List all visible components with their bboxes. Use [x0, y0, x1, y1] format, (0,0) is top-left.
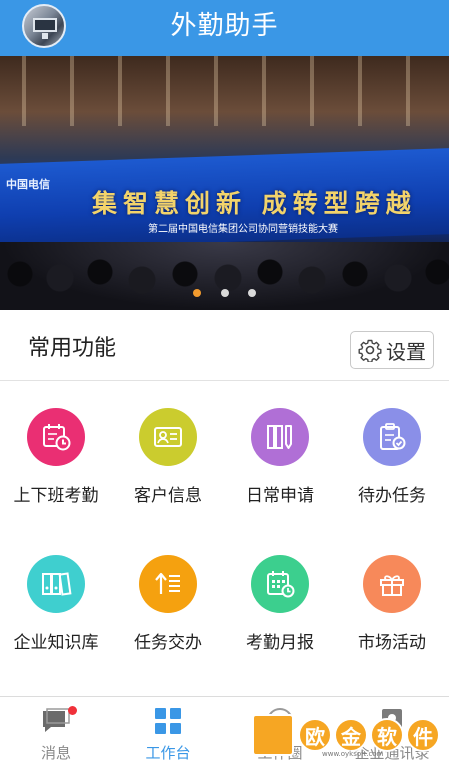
- watermark-logo-icon: [252, 714, 294, 756]
- tab-label: 工作台: [145, 744, 191, 762]
- feature-market-activity[interactable]: 市场活动: [336, 555, 448, 675]
- watermark-url: www.oyksoft.com: [322, 750, 384, 758]
- app-header: 外勤助手: [0, 0, 449, 56]
- feature-knowledge-base[interactable]: 企业知识库: [0, 555, 112, 675]
- gear-icon: [358, 339, 382, 362]
- unread-badge: [68, 706, 77, 715]
- feature-label: 日常申请: [246, 486, 314, 506]
- carousel-indicator: [0, 282, 449, 301]
- feature-daily-request[interactable]: 日常申请: [224, 408, 336, 528]
- feature-label: 待办任务: [358, 486, 426, 506]
- banner-subtitle: 第二届中国电信集团公司协同营销技能大赛: [148, 224, 338, 235]
- feature-label: 企业知识库: [13, 633, 99, 653]
- section-title: 常用功能: [28, 336, 117, 361]
- monthly-calendar-icon: [251, 555, 309, 613]
- banner-carousel[interactable]: 中国电信 集智慧创新 成转型跨越 第二届中国电信集团公司协同营销技能大赛: [0, 56, 449, 310]
- clipboard-check-icon: [363, 408, 421, 466]
- watermark-text: 欧金软件: [298, 718, 440, 752]
- feature-attendance[interactable]: 上下班考勤: [0, 408, 112, 528]
- binders-icon: [27, 555, 85, 613]
- feature-label: 考勤月报: [246, 633, 314, 653]
- feature-customer-info[interactable]: 客户信息: [112, 408, 224, 528]
- tab-messages[interactable]: 消息: [0, 704, 112, 762]
- banner-slogan: 集智慧创新 成转型跨越: [92, 189, 417, 218]
- feature-label: 上下班考勤: [13, 486, 99, 506]
- id-card-icon: [139, 408, 197, 466]
- upload-list-icon: [139, 555, 197, 613]
- divider: [0, 380, 449, 381]
- workbench-grid-icon: [150, 704, 186, 738]
- carousel-dot[interactable]: [220, 289, 229, 297]
- watermark: 欧金软件 www.oyksoft.com: [252, 712, 442, 758]
- tab-workbench[interactable]: 工作台: [112, 704, 224, 762]
- carousel-dot[interactable]: [247, 289, 256, 297]
- feature-todo-tasks[interactable]: 待办任务: [336, 408, 448, 528]
- tab-bar-divider: [0, 696, 449, 697]
- settings-button[interactable]: 设置: [350, 331, 434, 369]
- feature-label: 客户信息: [134, 486, 202, 506]
- feature-monthly-report[interactable]: 考勤月报: [224, 555, 336, 675]
- carousel-dot[interactable]: [193, 289, 202, 297]
- feature-task-assign[interactable]: 任务交办: [112, 555, 224, 675]
- settings-label: 设置: [386, 339, 426, 364]
- tab-label: 消息: [40, 744, 71, 762]
- books-pen-icon: [251, 408, 309, 466]
- feature-label: 市场活动: [358, 633, 426, 653]
- calendar-clock-icon: [27, 408, 85, 466]
- feature-label: 任务交办: [134, 633, 202, 653]
- gift-icon: [363, 555, 421, 613]
- page-title: 外勤助手: [170, 11, 279, 41]
- banner-logo-text: 中国电信: [6, 178, 50, 191]
